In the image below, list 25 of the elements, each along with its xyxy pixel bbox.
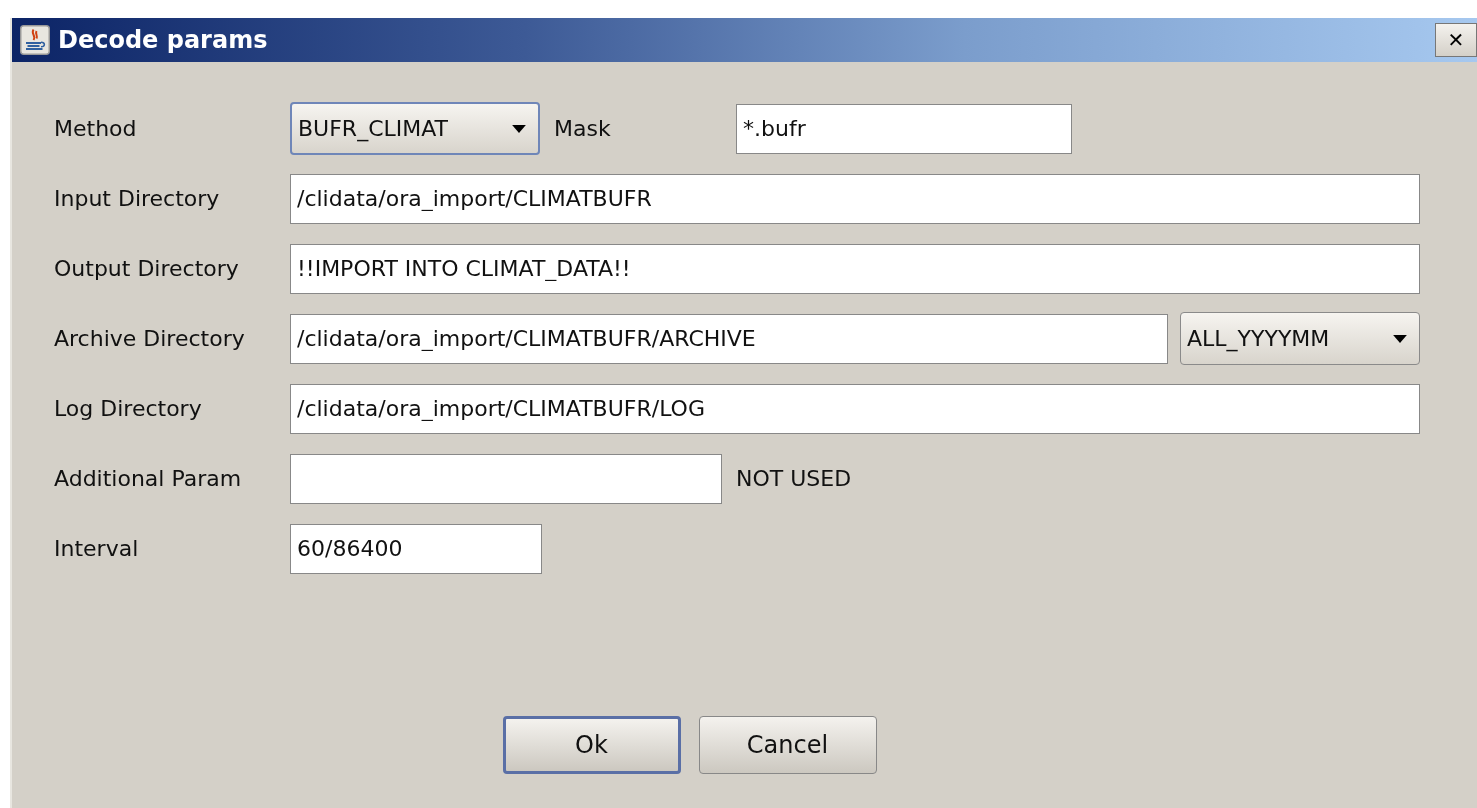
- input-field[interactable]: 60/86400: [290, 523, 542, 574]
- field-label: Log Directory: [54, 396, 203, 421]
- coffee-cup-icon: [20, 25, 50, 55]
- field-label: Output Directory: [54, 256, 240, 281]
- field-label: Archive Directory: [54, 326, 246, 351]
- input-field[interactable]: /clidata/ora_import/CLIMATBUFR: [290, 173, 1420, 224]
- dropdown[interactable]: ALL_YYYYMM: [1180, 312, 1420, 365]
- field-label: NOT USED: [736, 466, 852, 491]
- close-button[interactable]: ✕: [1435, 23, 1477, 57]
- field-label: Method: [54, 116, 138, 141]
- cancel-button[interactable]: Cancel: [698, 716, 877, 774]
- field-label: Input Directory: [54, 186, 221, 211]
- input-field[interactable]: /clidata/ora_import/CLIMATBUFR/ARCHIVE: [290, 313, 1168, 364]
- field-label: Additional Param: [54, 466, 243, 491]
- field-label: Interval: [54, 536, 140, 561]
- window-title: Decode params: [58, 26, 269, 54]
- caret-icon: [512, 124, 526, 133]
- dropdown[interactable]: BUFR_CLIMAT: [290, 102, 540, 155]
- caret-icon: [1393, 334, 1407, 343]
- ok-button[interactable]: Ok: [502, 716, 681, 774]
- field-label: Mask: [554, 116, 612, 141]
- input-field[interactable]: *.bufr: [736, 103, 1072, 154]
- input-field[interactable]: [290, 453, 722, 504]
- input-field[interactable]: /clidata/ora_import/CLIMATBUFR/LOG: [290, 383, 1420, 434]
- input-field[interactable]: !!IMPORT INTO CLIMAT_DATA!!: [290, 243, 1420, 294]
